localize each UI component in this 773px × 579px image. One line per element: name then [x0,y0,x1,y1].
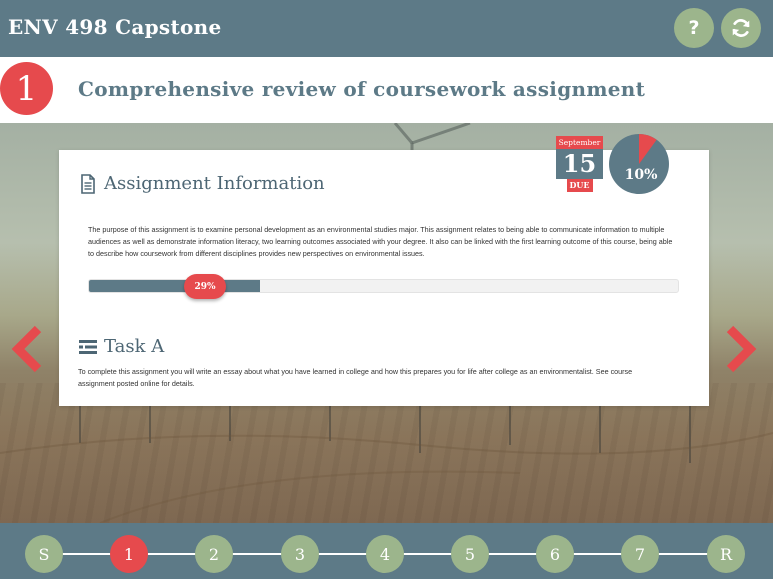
nav-step-r[interactable]: R [707,535,745,573]
nav-step-4[interactable]: 4 [366,535,404,573]
nav-step-1[interactable]: 1 [110,535,148,573]
nav-step-6[interactable]: 6 [536,535,574,573]
help-button[interactable]: ? [674,8,714,48]
nav-step-3[interactable]: 3 [281,535,319,573]
due-date-badge: September 15 DUE [556,136,603,192]
chevron-right-icon [726,325,757,373]
assignment-info-title: Assignment Information [104,173,325,194]
chevron-left-icon [11,325,42,373]
document-icon [81,173,95,194]
due-label: DUE [566,179,593,192]
assignment-info-heading: Assignment Information [78,173,325,194]
assignment-description: The purpose of this assignment is to exa… [88,225,673,258]
grade-weight-pie: 10% [609,134,669,194]
nav-step-s[interactable]: S [25,535,63,573]
app-title: ENV 498 Capstone [8,15,222,39]
refresh-button[interactable] [721,8,761,48]
progress-bar [88,279,679,293]
progress-fill [89,280,260,292]
task-description: To complete this assignment you will wri… [78,367,633,388]
next-arrow-button[interactable] [722,325,758,373]
nav-step-7[interactable]: 7 [621,535,659,573]
nav-step-5[interactable]: 5 [451,535,489,573]
task-title: Task A [104,336,165,357]
assignment-title: Comprehensive review of coursework assig… [78,77,646,101]
refresh-icon [732,19,750,37]
list-icon [79,339,97,354]
progress-percent-badge: 29% [184,274,226,299]
nav-step-2[interactable]: 2 [195,535,233,573]
due-month: September [556,136,603,149]
previous-arrow-button[interactable] [10,325,46,373]
due-day: 15 [556,149,603,179]
task-heading: Task A [78,336,164,357]
grade-weight-label: 10% [624,166,658,183]
assignment-number-badge: 1 [0,62,53,115]
